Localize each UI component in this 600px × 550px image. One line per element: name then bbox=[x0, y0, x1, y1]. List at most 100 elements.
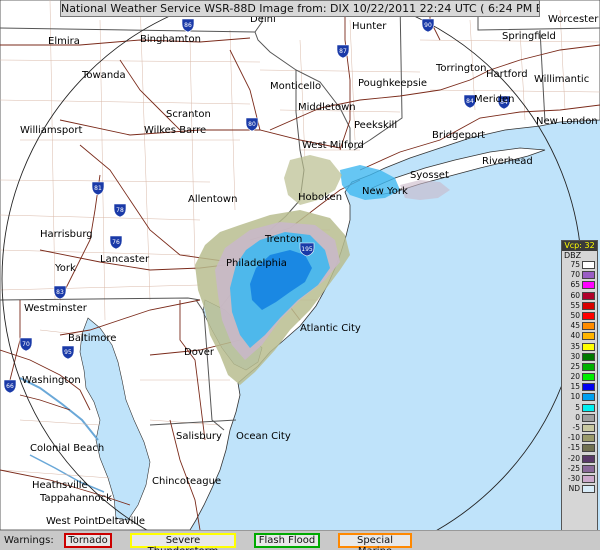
city-label: Hoboken bbox=[298, 192, 342, 203]
legend-value: 25 bbox=[570, 361, 580, 371]
legend-value: ND bbox=[568, 484, 580, 494]
legend-row: ND bbox=[562, 484, 597, 494]
svg-text:95: 95 bbox=[64, 349, 72, 356]
svg-text:87: 87 bbox=[339, 48, 347, 55]
city-label: Tappahannock bbox=[39, 493, 112, 504]
city-label: York bbox=[54, 263, 76, 274]
legend-row: 45 bbox=[562, 321, 597, 331]
city-label: New York bbox=[362, 186, 408, 197]
city-label: Willimantic bbox=[534, 74, 589, 85]
legend-value: -25 bbox=[567, 463, 580, 473]
legend-swatch bbox=[582, 332, 595, 341]
city-label: Riverhead bbox=[482, 156, 533, 167]
city-label: Springfield bbox=[502, 31, 556, 42]
legend-row: -10 bbox=[562, 433, 597, 443]
legend-row: 30 bbox=[562, 352, 597, 362]
city-label: Bridgeport bbox=[432, 130, 485, 141]
city-label: Trenton bbox=[264, 234, 302, 245]
legend-value: -5 bbox=[572, 423, 580, 432]
reflectivity-legend: Vcp: 32 DBZ 75 70 65 60 55 50 45 40 35 30 25 20 15 10… bbox=[561, 240, 598, 542]
legend-swatch bbox=[582, 464, 595, 473]
city-label: Washington bbox=[22, 375, 81, 386]
city-label: Lancaster bbox=[100, 254, 150, 265]
legend-swatch bbox=[582, 261, 595, 269]
legend-row: 5 bbox=[562, 403, 597, 413]
legend-row: 15 bbox=[562, 382, 597, 392]
legend-value: 70 bbox=[570, 270, 580, 280]
legend-value: -20 bbox=[567, 453, 580, 463]
legend-row: 10 bbox=[562, 392, 597, 402]
legend-swatch bbox=[582, 393, 595, 402]
legend-row: 70 bbox=[562, 270, 597, 280]
vcp-label: Vcp: 32 bbox=[562, 241, 597, 251]
legend-value: 55 bbox=[570, 300, 580, 310]
image-title: National Weather Service WSR-88D Image f… bbox=[60, 0, 540, 17]
city-label: Worcester bbox=[548, 14, 599, 25]
legend-row: 25 bbox=[562, 362, 597, 372]
legend-swatch bbox=[582, 342, 595, 351]
legend-value: 30 bbox=[570, 351, 580, 361]
legend-swatch bbox=[582, 383, 595, 392]
svg-text:66: 66 bbox=[6, 383, 14, 390]
svg-text:90: 90 bbox=[424, 22, 432, 29]
legend-swatch bbox=[582, 271, 595, 280]
legend-value: 0 bbox=[575, 412, 580, 422]
legend-value: -15 bbox=[567, 443, 580, 453]
legend-row: -30 bbox=[562, 474, 597, 484]
city-label: Meriden bbox=[474, 94, 515, 105]
legend-swatch bbox=[582, 474, 595, 483]
city-label: Towanda bbox=[81, 70, 126, 81]
legend-swatch bbox=[582, 281, 595, 290]
legend-value: -10 bbox=[567, 433, 580, 443]
legend-row: 60 bbox=[562, 291, 597, 301]
city-label: Syosset bbox=[410, 170, 449, 181]
city-label: West Point bbox=[46, 516, 99, 527]
warning-special-marine: Special Marine bbox=[338, 533, 412, 550]
legend-row: 0 bbox=[562, 413, 597, 423]
legend-row: -20 bbox=[562, 454, 597, 464]
legend-row: 50 bbox=[562, 311, 597, 321]
legend-row: 20 bbox=[562, 372, 597, 382]
city-label: Dover bbox=[184, 347, 215, 358]
legend-value: 40 bbox=[570, 331, 580, 341]
city-label: Williamsport bbox=[20, 125, 82, 136]
legend-value: 10 bbox=[570, 392, 580, 402]
city-label: Wilkes Barre bbox=[144, 125, 206, 136]
legend-swatch bbox=[582, 373, 595, 382]
city-label: Ocean City bbox=[236, 431, 291, 442]
legend-swatch bbox=[582, 444, 595, 453]
legend-value: 15 bbox=[570, 382, 580, 392]
city-label: Scranton bbox=[166, 109, 211, 120]
legend-swatch bbox=[582, 362, 595, 371]
warning-flash-flood: Flash Flood bbox=[254, 533, 320, 548]
svg-text:80: 80 bbox=[248, 121, 256, 128]
radar-map: 86 90 87 84 80 81 78 76 83 70 95 195 66 … bbox=[0, 0, 600, 530]
city-label: Peekskill bbox=[354, 120, 397, 131]
legend-row: -5 bbox=[562, 423, 597, 433]
legend-row: -15 bbox=[562, 443, 597, 453]
warnings-label: Warnings: bbox=[4, 535, 54, 546]
unit-label: DBZ bbox=[564, 251, 582, 260]
legend-row: 40 bbox=[562, 331, 597, 341]
radar-viewer: 86 90 87 84 80 81 78 76 83 70 95 195 66 … bbox=[0, 0, 600, 550]
legend-swatch bbox=[582, 424, 595, 432]
city-label: Hartford bbox=[486, 69, 528, 80]
svg-text:83: 83 bbox=[56, 289, 64, 296]
svg-text:81: 81 bbox=[94, 185, 102, 192]
city-label: Colonial Beach bbox=[30, 443, 104, 454]
legend-swatch bbox=[582, 403, 595, 412]
legend-value: -30 bbox=[567, 473, 580, 483]
svg-text:86: 86 bbox=[184, 22, 192, 29]
city-label: Torrington bbox=[435, 63, 486, 74]
city-label: Allentown bbox=[188, 194, 237, 205]
city-label: West Milford bbox=[302, 140, 364, 151]
legend-swatch bbox=[582, 291, 595, 300]
legend-swatch bbox=[582, 485, 595, 494]
legend-swatch bbox=[582, 352, 595, 361]
warning-severe-thunderstorm: Severe Thunderstorm bbox=[130, 533, 236, 550]
city-label: New London bbox=[536, 116, 598, 127]
legend-value: 5 bbox=[575, 402, 580, 412]
legend-row: 75 bbox=[562, 260, 597, 270]
warnings-bar: Warnings: Tornado Severe Thunderstorm Fl… bbox=[0, 530, 600, 550]
city-label: Heathsville bbox=[32, 480, 88, 491]
